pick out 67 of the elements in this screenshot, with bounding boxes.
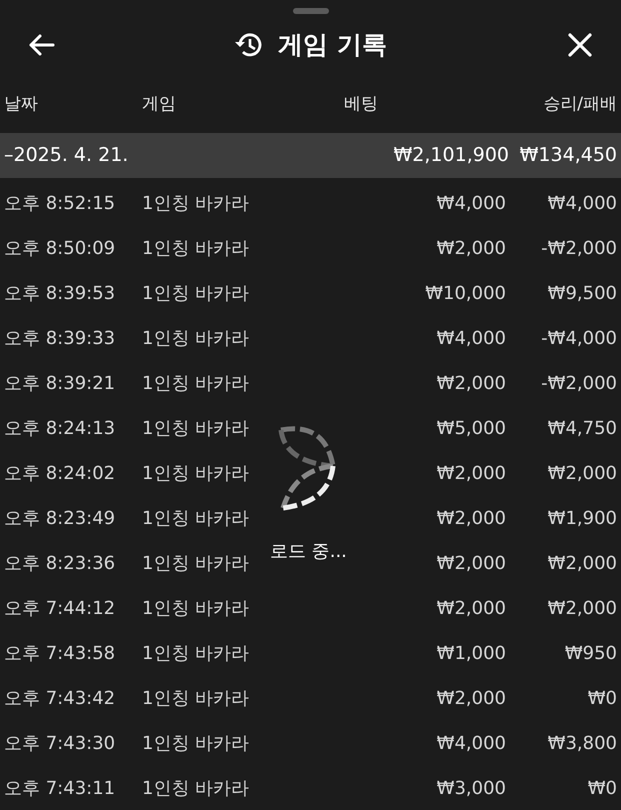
time-cell-text: 오후 8:39:33 [4,327,116,351]
game-cell-text: 1인칭 바카라 [142,192,250,216]
bet-cell-text: ₩3,000 [436,777,506,801]
bet-cell-text: ₩10,000 [425,282,506,306]
result-cell-text: ₩4,750 [548,417,617,441]
result-cell-text: -₩2,000 [541,237,617,261]
bet-cell-text: ₩2,000 [436,552,506,576]
game-cell-text: 1인칭 바카라 [142,777,250,801]
result-cell-text: ₩2,000 [548,462,617,486]
time-cell-text: 오후 7:43:42 [4,687,116,711]
bet-cell-text: ₩1,000 [436,642,506,666]
column-header: 승리/패배 [543,92,617,116]
game-cell-text: 1인칭 바카라 [142,732,250,756]
game-cell-text: 1인칭 바카라 [142,507,250,531]
time-cell-text: 오후 8:39:53 [4,282,116,306]
time-cell-text: 오후 7:43:30 [4,732,116,756]
drag-handle[interactable] [292,8,328,14]
time-cell-text: 오후 8:24:02 [4,462,116,486]
time-cell-text: 오후 7:43:58 [4,642,116,666]
result-cell-text: ₩0 [588,777,617,801]
game-cell-text: 1인칭 바카라 [142,642,250,666]
column-header: 날짜 [4,92,38,116]
game-cell-text: 1인칭 바카라 [142,237,250,261]
time-cell-text: 오후 8:24:13 [4,417,116,441]
result-cell-text: -₩4,000 [541,327,617,351]
history-icon [234,31,264,59]
time-cell-text: 오후 8:50:09 [4,237,116,261]
time-cell-text: 오후 8:23:36 [4,552,116,576]
result-cell-text: ₩2,000 [548,552,617,576]
result-cell-text: ₩0 [588,687,617,711]
time-cell-text: 오후 8:39:21 [4,372,116,396]
game-cell-text: 1인칭 바카라 [142,417,250,441]
bet-cell-text: ₩2,000 [436,507,506,531]
time-cell-text: 오후 8:23:49 [4,507,116,531]
time-cell-text: 오후 7:44:12 [4,597,116,621]
bet-cell-text: ₩4,000 [436,192,506,216]
result-cell-text: ₩9,500 [548,282,617,306]
result-cell-text: ₩1,900 [548,507,617,531]
bet-cell-text: ₩2,000 [436,597,506,621]
game-cell-text: 1인칭 바카라 [142,327,250,351]
time-cell-text: 오후 8:52:15 [4,192,116,216]
bet-cell-text: ₩4,000 [436,732,506,756]
game-cell-text: 1인칭 바카라 [142,597,250,621]
bet-cell-text: ₩2,000 [436,372,506,396]
group-result-total: ₩134,450 [518,143,617,168]
result-cell-text: ₩4,000 [548,192,617,216]
game-cell-text: 1인칭 바카라 [142,282,250,306]
game-cell-text: 1인칭 바카라 [142,462,250,486]
time-cell-text: 오후 7:43:11 [4,777,116,801]
bet-cell-text: ₩2,000 [436,462,506,486]
result-cell-text: ₩950 [564,642,617,666]
result-cell-text: -₩2,000 [541,372,617,396]
group-bet-total: ₩2,101,900 [394,143,509,168]
bet-cell-text: ₩2,000 [436,237,506,261]
game-cell-text: 1인칭 바카라 [142,372,250,396]
bet-cell-text: ₩2,000 [436,687,506,711]
loading-text: 로드 중... [270,540,347,564]
column-header: 베팅 [344,92,378,116]
game-cell-text: 1인칭 바카라 [142,552,250,576]
bet-cell-text: ₩4,000 [436,327,506,351]
header-title: 게임 기록 [278,29,387,62]
game-cell-text: 1인칭 바카라 [142,687,250,711]
bet-cell-text: ₩5,000 [436,417,506,441]
group-date: –2025. 4. 21. [4,143,130,168]
column-header: 게임 [142,92,176,116]
result-cell-text: ₩3,800 [548,732,617,756]
result-cell-text: ₩2,000 [548,597,617,621]
